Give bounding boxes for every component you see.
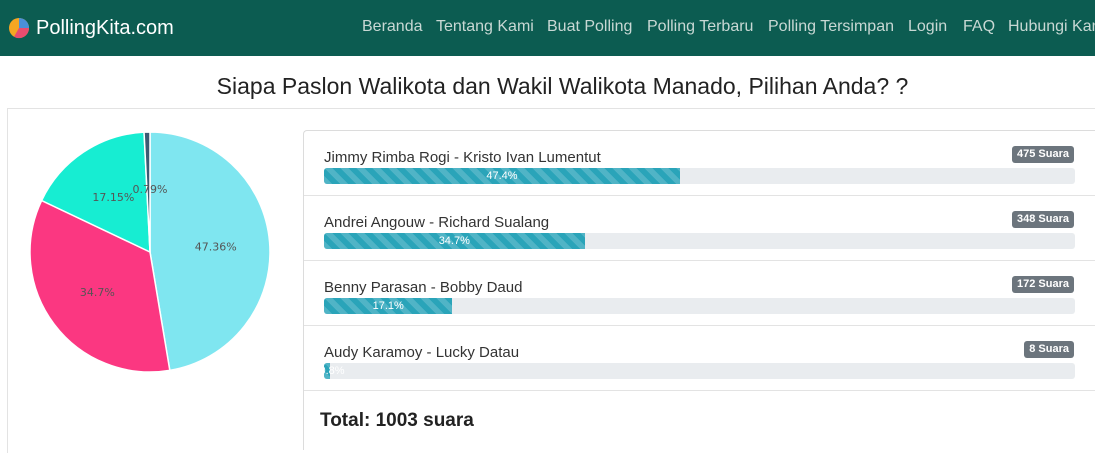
progress-label: 0.8% [324,365,345,377]
progress-label: 34.7% [438,235,470,247]
nav-buat-polling[interactable]: Buat Polling [547,18,632,36]
pie-slice-label: 17.15% [92,191,134,204]
result-row: Jimmy Rimba Rogi - Kristo Ivan Lumentut … [304,131,1095,196]
progress-track: 0.8% [324,363,1075,379]
candidate-name: Jimmy Rimba Rogi - Kristo Ivan Lumentut [324,149,601,166]
progress-label: 17.1% [372,300,404,312]
progress-label: 47.4% [486,170,518,182]
candidate-name: Audy Karamoy - Lucky Datau [324,344,520,361]
result-row: Audy Karamoy - Lucky Datau 8 Suara 0.8% [304,326,1095,391]
progress-track: 47.4% [324,168,1075,184]
nav-login[interactable]: Login [908,18,947,36]
candidate-name: Benny Parasan - Bobby Daud [324,279,523,296]
pie-slice-label: 34.7% [80,286,115,299]
nav-beranda[interactable]: Beranda [362,18,423,36]
total-votes: Total: 1003 suara [320,410,474,431]
pie-slice-label: 0.79% [133,183,168,196]
navbar: PollingKita.com Beranda Tentang Kami Bua… [0,0,1095,56]
nav-polling-tersimpan[interactable]: Polling Tersimpan [768,18,894,36]
vote-count-badge: 8 Suara [1024,341,1074,358]
poll-title: Siapa Paslon Walikota dan Wakil Walikota… [216,73,909,99]
candidate-name: Andrei Angouw - Richard Sualang [324,214,550,231]
nav-hubungi-kami[interactable]: Hubungi Kami [1008,18,1095,36]
pie-logo-icon [9,18,30,39]
results-list: Jimmy Rimba Rogi - Kristo Ivan Lumentut … [303,130,1095,450]
vote-count-badge: 348 Suara [1012,211,1074,228]
result-row: Andrei Angouw - Richard Sualang 348 Suar… [304,196,1095,261]
pie-slice-label: 47.36% [195,241,237,254]
result-row: Benny Parasan - Bobby Daud 172 Suara 17.… [304,261,1095,326]
nav-tentang-kami[interactable]: Tentang Kami [436,18,534,36]
vote-count-badge: 475 Suara [1012,146,1074,163]
nav-polling-terbaru[interactable]: Polling Terbaru [647,18,753,36]
pie-chart: 47.36% 34.7% 17.15% 0.79% [28,130,273,375]
brand-name: PollingKita.com [36,16,174,39]
progress-track: 34.7% [324,233,1075,249]
progress-track: 17.1% [324,298,1075,314]
vote-count-badge: 172 Suara [1012,276,1074,293]
brand-link[interactable]: PollingKita.com [8,14,174,42]
nav-faq[interactable]: FAQ [963,18,995,36]
